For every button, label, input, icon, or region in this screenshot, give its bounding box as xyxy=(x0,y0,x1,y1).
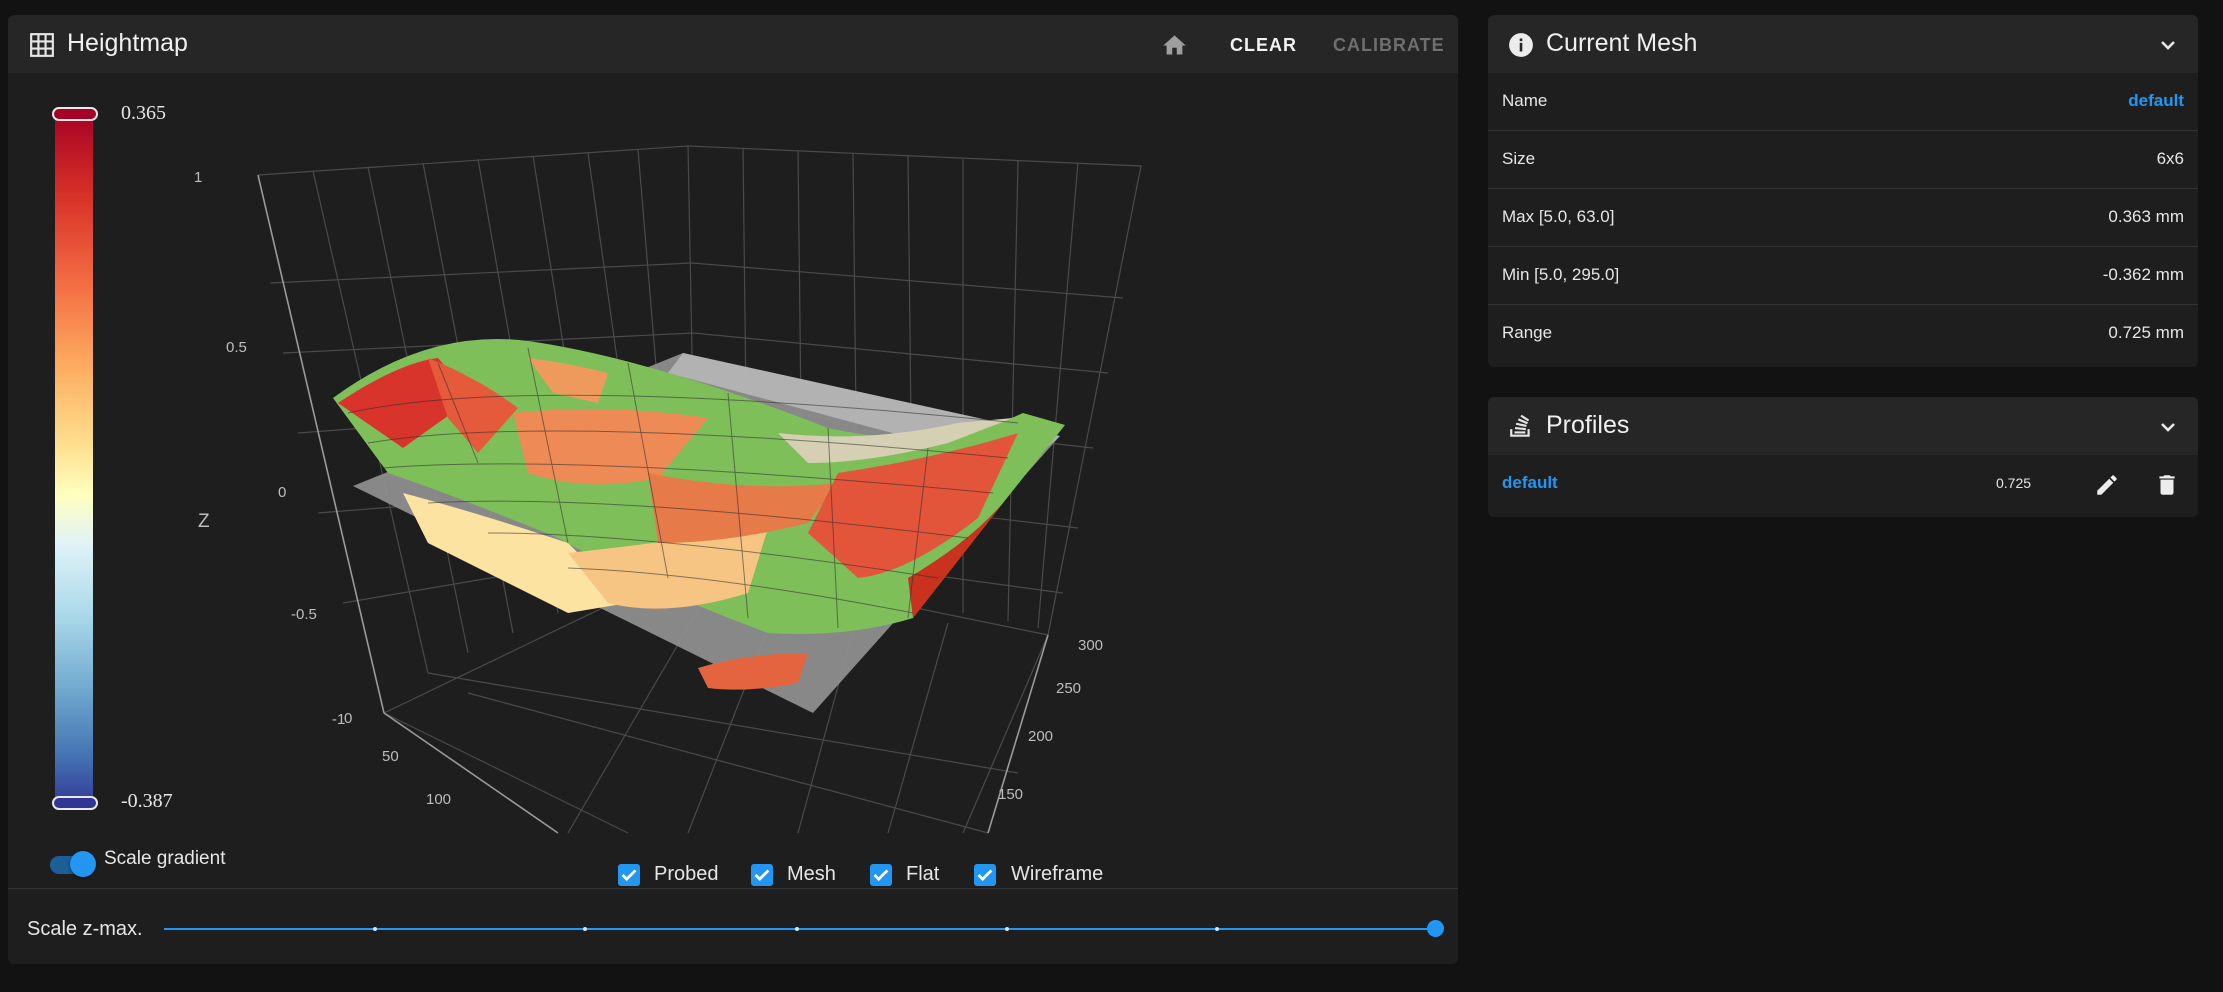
mesh-row-key: Min [5.0, 295.0] xyxy=(1502,265,1620,284)
z-tick: 0 xyxy=(278,484,287,501)
check-icon xyxy=(873,869,889,882)
y-tick: 300 xyxy=(1078,637,1104,654)
z-axis-label: Z xyxy=(198,511,210,532)
probed-checkbox[interactable] xyxy=(618,864,640,886)
profile-name-link[interactable]: default xyxy=(1502,473,1558,493)
profiles-card: Profiles default 0.725 xyxy=(1488,397,2198,517)
scale-gradient-label: Scale gradient xyxy=(104,848,226,869)
z-tick: -0.5 xyxy=(291,606,317,623)
mesh-row-value: 6x6 xyxy=(2156,149,2184,168)
heightmap-title: Heightmap xyxy=(67,29,188,57)
mesh-row-value: 0.725 mm xyxy=(2108,323,2184,342)
slider-tick xyxy=(583,927,587,931)
mesh-row-max: Max [5.0, 63.0] 0.363 mm xyxy=(1488,189,2198,247)
divider xyxy=(8,888,1458,889)
check-icon xyxy=(621,869,637,882)
wireframe-label: Wireframe xyxy=(1011,863,1104,885)
slider-tick xyxy=(795,927,799,931)
x-tick: 0 xyxy=(344,710,353,727)
flat-checkbox[interactable] xyxy=(870,864,892,886)
trash-icon[interactable] xyxy=(2154,472,2180,498)
z-tick: 1 xyxy=(194,169,203,186)
current-mesh-title: Current Mesh xyxy=(1546,29,1698,57)
chevron-down-icon[interactable] xyxy=(2156,33,2180,57)
slider-tick xyxy=(1005,927,1009,931)
wireframe-checkbox[interactable] xyxy=(974,864,996,886)
mesh-row-min: Min [5.0, 295.0] -0.362 mm xyxy=(1488,247,2198,305)
flat-label: Flat xyxy=(906,863,940,885)
mesh-row-key: Name xyxy=(1502,91,1548,110)
mesh-row-value: 0.363 mm xyxy=(2108,207,2184,226)
mesh-row-name: Name default xyxy=(1488,73,2198,131)
slider-tick xyxy=(1215,927,1219,931)
current-mesh-card: Current Mesh Name default Size 6x6 Max [… xyxy=(1488,15,2198,367)
y-tick: 150 xyxy=(998,786,1024,803)
probed-label: Probed xyxy=(654,863,719,885)
mesh-row-size: Size 6x6 xyxy=(1488,131,2198,189)
current-mesh-header[interactable]: Current Mesh xyxy=(1488,15,2198,73)
calibrate-button[interactable]: CALIBRATE xyxy=(1333,35,1445,56)
profiles-header[interactable]: Profiles xyxy=(1488,397,2198,455)
heightmap-card: Heightmap CLEAR CALIBRATE 0.365 -0.387 1… xyxy=(8,15,1458,964)
mesh-checkbox[interactable] xyxy=(751,864,773,886)
check-icon xyxy=(754,869,770,882)
x-tick: 50 xyxy=(382,748,399,765)
heightmap-3d-plot[interactable] xyxy=(8,73,1458,843)
y-tick: 250 xyxy=(1056,680,1082,697)
profile-range: 0.725 xyxy=(1996,475,2032,491)
home-icon[interactable] xyxy=(1161,32,1188,59)
mesh-label: Mesh xyxy=(787,863,836,885)
x-tick: 100 xyxy=(426,791,452,808)
mesh-row-range: Range 0.725 mm xyxy=(1488,305,2198,363)
scale-gradient-knob[interactable] xyxy=(70,851,96,877)
scale-zmax-label: Scale z-max. xyxy=(27,918,143,940)
z-tick: 0.5 xyxy=(226,339,247,356)
info-icon xyxy=(1509,33,1533,57)
profiles-title: Profiles xyxy=(1546,411,1630,439)
mesh-row-key: Size xyxy=(1502,149,1536,168)
mesh-row-key: Range xyxy=(1502,323,1553,342)
check-icon xyxy=(977,869,993,882)
slider-tick xyxy=(373,927,377,931)
clear-button[interactable]: CLEAR xyxy=(1230,35,1297,56)
profiles-stack-icon xyxy=(1510,414,1530,437)
scale-zmax-slider-track[interactable] xyxy=(164,928,1435,930)
pencil-icon[interactable] xyxy=(2094,472,2120,498)
y-tick: 200 xyxy=(1028,728,1054,745)
mesh-row-value: -0.362 mm xyxy=(2102,265,2184,284)
scale-zmax-slider-thumb[interactable] xyxy=(1427,920,1444,937)
grid-icon xyxy=(30,33,54,57)
mesh-row-key: Max [5.0, 63.0] xyxy=(1502,207,1615,226)
mesh-name-link[interactable]: default xyxy=(2128,91,2184,111)
profile-row: default 0.725 xyxy=(1488,455,2198,513)
chevron-down-icon[interactable] xyxy=(2156,415,2180,439)
